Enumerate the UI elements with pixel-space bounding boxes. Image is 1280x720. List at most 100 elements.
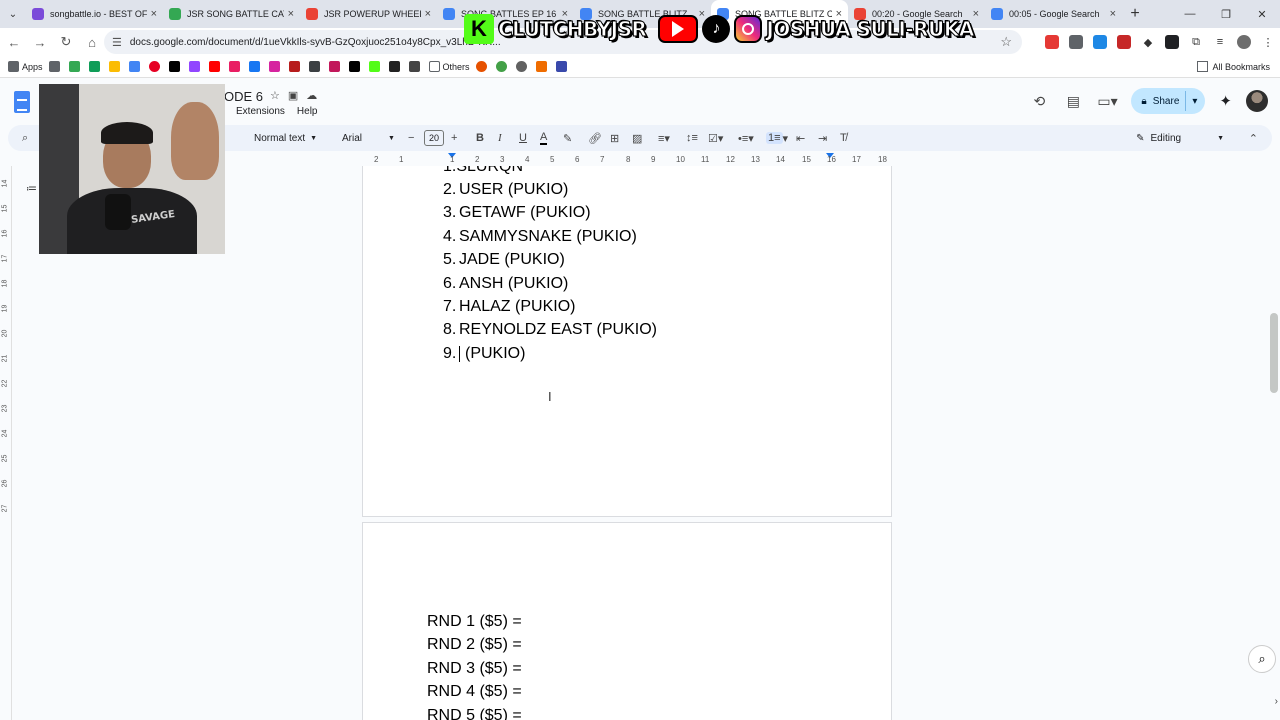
bookmark[interactable] [515, 61, 530, 72]
pdf-icon[interactable] [1112, 30, 1136, 54]
gemini-icon[interactable]: ✦ [1219, 92, 1232, 110]
extension-icon[interactable]: ◆ [1136, 30, 1160, 54]
bookmark[interactable] [308, 61, 323, 72]
browser-tab[interactable]: JSR SONG BATTLE CATEG × [163, 0, 300, 28]
align-icon[interactable]: ≡▾ [658, 125, 670, 151]
browser-tab[interactable]: 00:05 - Google Search × [985, 0, 1122, 28]
version-history-icon[interactable]: ⟲ [1029, 93, 1049, 110]
bookmark[interactable] [168, 61, 183, 72]
underline-icon[interactable]: U [519, 125, 527, 151]
bookmark-star-icon[interactable]: ☆ [1000, 34, 1012, 50]
reload-icon[interactable]: ↻ [54, 30, 78, 54]
explore-icon[interactable]: ⌕ [1248, 645, 1276, 673]
menu-help[interactable]: Help [297, 106, 318, 117]
move-folder-icon[interactable]: ▣ [288, 89, 298, 102]
bookmark[interactable] [268, 61, 283, 72]
bookmark[interactable] [535, 61, 550, 72]
bookmark[interactable] [348, 61, 363, 72]
bookmark[interactable] [128, 61, 143, 72]
others-folder[interactable]: Others [428, 61, 470, 72]
bulleted-list-icon[interactable]: •≡▾ [738, 125, 754, 151]
link-icon[interactable]: 🔗︎ [588, 125, 602, 151]
bookmark[interactable] [495, 61, 510, 72]
restore-icon[interactable]: ❐ [1208, 0, 1244, 28]
share-dropdown-icon[interactable]: ▾ [1192, 96, 1197, 107]
horizontal-ruler[interactable]: 2 1 1 2 3 4 5 6 7 8 9 10 11 12 13 14 15 16 17 18 [362, 153, 892, 166]
font-select[interactable]: Arial ▼ [342, 125, 395, 151]
font-size-input[interactable]: 20 [424, 125, 444, 151]
document-title[interactable]: ODE 6 [224, 89, 263, 104]
bookmark[interactable] [368, 61, 383, 72]
browser-tab[interactable]: songbattle.io - BEST OF: L × [26, 0, 163, 28]
site-info-icon[interactable]: ☰ [112, 36, 122, 49]
increase-indent-icon[interactable]: ⇥ [818, 125, 827, 151]
browser-tab[interactable]: JSR POWERUP WHEEL × [300, 0, 437, 28]
comments-icon[interactable]: ▤ [1063, 93, 1083, 110]
new-tab-button[interactable]: + [1122, 5, 1148, 23]
star-icon[interactable]: ☆ [270, 89, 280, 102]
bookmark[interactable] [475, 61, 490, 72]
bookmark[interactable] [88, 61, 103, 72]
outline-icon[interactable]: ≔ [26, 182, 37, 195]
bookmark[interactable] [188, 61, 203, 72]
extension-icon[interactable] [1160, 30, 1184, 54]
minimize-icon[interactable]: — [1172, 0, 1208, 28]
bookmark[interactable] [408, 61, 423, 72]
back-icon[interactable]: ← [2, 30, 26, 54]
add-comment-icon[interactable]: ⊞ [610, 125, 619, 151]
bookmark[interactable] [555, 61, 570, 72]
highlight-icon[interactable]: ✎ [563, 125, 572, 151]
paragraph-style-select[interactable]: Normal text ▼ [254, 125, 317, 151]
more-menu-icon[interactable]: ⋮ [1256, 30, 1280, 54]
all-bookmarks[interactable]: All Bookmarks [1197, 61, 1270, 72]
checklist-icon[interactable]: ☑▾ [708, 125, 723, 151]
profile-avatar[interactable] [1232, 30, 1256, 54]
bookmark[interactable] [108, 61, 123, 72]
italic-icon[interactable]: I [498, 125, 502, 151]
editing-mode-select[interactable]: ✎ Editing ▼ [1136, 133, 1224, 144]
meet-icon[interactable]: ▭▾ [1097, 93, 1117, 110]
menu-extensions[interactable]: Extensions [236, 106, 285, 117]
apps-bookmark[interactable]: Apps [8, 61, 43, 72]
search-menus-icon[interactable]: ⌕ [22, 125, 28, 151]
bold-icon[interactable]: B [476, 125, 484, 151]
bookmark[interactable] [328, 61, 343, 72]
bookmark[interactable] [68, 61, 83, 72]
bookmark[interactable] [148, 61, 163, 72]
tab-close-icon[interactable]: × [425, 8, 431, 20]
document-page[interactable]: 1.SLURQN 2. USER (PUKIO) 3. GETAWF (PUKIO) 4… [362, 166, 892, 517]
text-color-icon[interactable]: A [540, 125, 548, 151]
bookmark[interactable] [48, 61, 63, 72]
scrollbar-thumb[interactable] [1270, 313, 1278, 393]
cloud-saved-icon[interactable]: ☁ [306, 89, 317, 102]
account-avatar[interactable] [1246, 90, 1268, 112]
document-page[interactable]: RND 1 ($5) = RND 2 ($5) = RND 3 ($5) = RND … [362, 522, 892, 720]
tab-close-icon[interactable]: × [151, 8, 157, 20]
adblock-icon[interactable] [1040, 30, 1064, 54]
forward-icon[interactable]: → [28, 30, 52, 54]
collapse-menus-icon[interactable]: ⌃ [1249, 125, 1258, 151]
extension-icon[interactable] [1064, 30, 1088, 54]
share-button[interactable]: 🔒︎ Share ▾ [1131, 88, 1206, 114]
decrease-indent-icon[interactable]: ⇤ [796, 125, 805, 151]
bookmark[interactable] [208, 61, 223, 72]
tab-search-icon[interactable]: ⌄ [0, 0, 26, 28]
bookmark[interactable] [388, 61, 403, 72]
bookmark[interactable] [248, 61, 263, 72]
docs-logo-icon[interactable] [14, 91, 30, 113]
tab-close-icon[interactable]: × [288, 8, 294, 20]
clear-formatting-icon[interactable]: T̸ [840, 125, 847, 151]
media-icon[interactable]: ≡ [1208, 30, 1232, 54]
numbered-list-icon[interactable]: 1≡ ▾ [766, 125, 788, 151]
line-spacing-icon[interactable]: ↕≡ [686, 125, 698, 151]
tab-close-icon[interactable]: × [1110, 8, 1116, 20]
decrease-font-icon[interactable]: − [408, 125, 414, 151]
increase-font-icon[interactable]: + [451, 125, 457, 151]
extension-icon[interactable] [1088, 30, 1112, 54]
home-icon[interactable]: ⌂ [80, 30, 104, 54]
bookmark[interactable] [228, 61, 243, 72]
insert-image-icon[interactable]: ▨ [632, 125, 642, 151]
expand-icon[interactable]: › [1275, 696, 1278, 707]
puzzle-icon[interactable]: ⧉ [1184, 30, 1208, 54]
close-window-icon[interactable]: ✕ [1244, 0, 1280, 28]
